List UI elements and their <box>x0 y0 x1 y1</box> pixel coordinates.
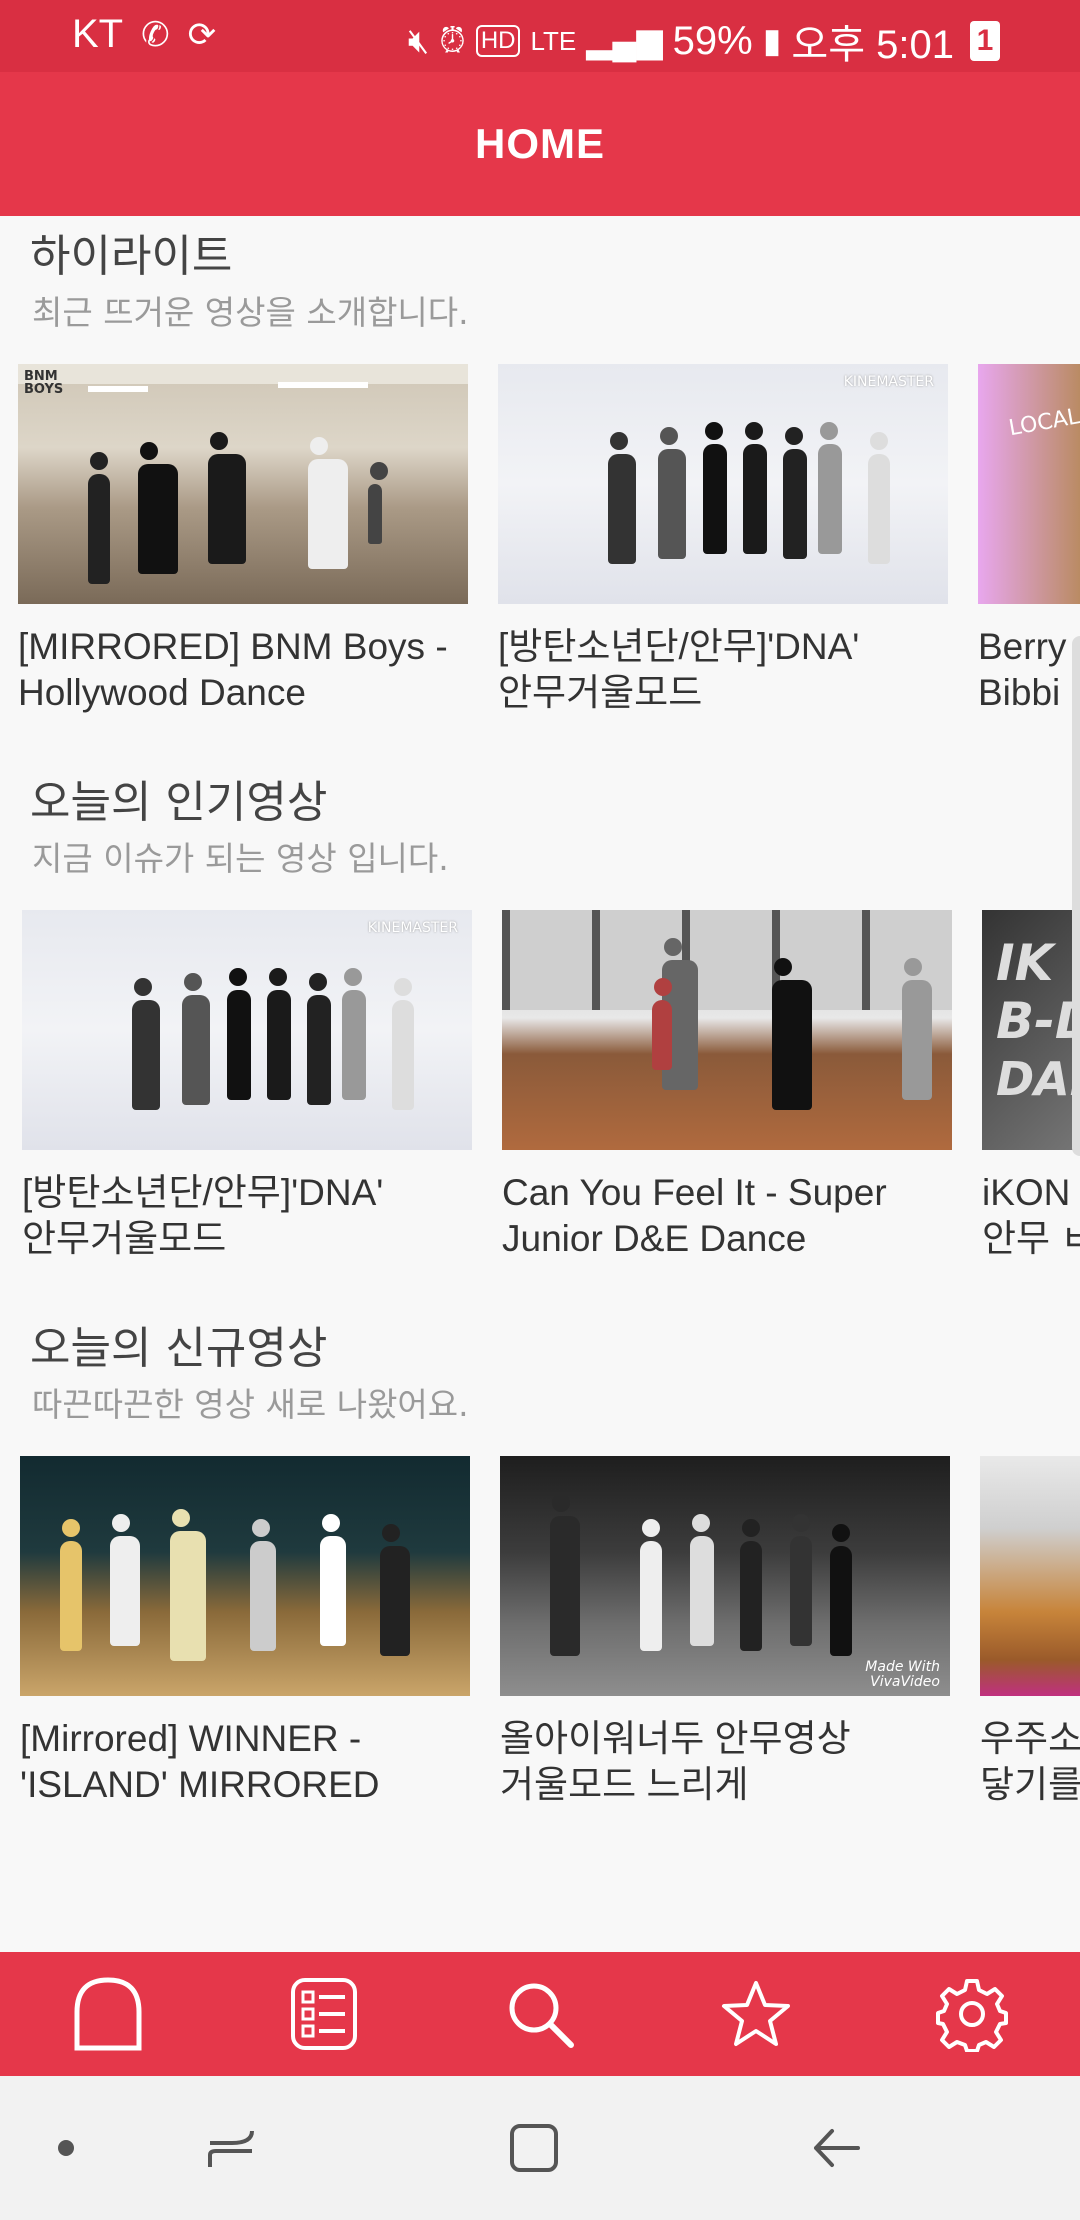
video-title-line1: 올아이워너두 안무영상 <box>500 1718 851 1759</box>
nav-settings-button[interactable] <box>912 1952 1032 2076</box>
recents-icon <box>208 2130 254 2167</box>
missed-call-icon: ✆ <box>141 15 170 54</box>
nav-list-button[interactable] <box>264 1952 384 2076</box>
video-card[interactable]: IK B-D DANCE iKON 안무 ㅂ <box>982 910 1080 1262</box>
nav-favorites-button[interactable] <box>696 1952 816 2076</box>
video-title-line1: 우주소 <box>980 1718 1080 1759</box>
home-icon <box>74 1977 142 2051</box>
thumb-title-1: IK <box>996 934 1054 992</box>
back-arrow-icon <box>814 2129 860 2167</box>
alarm-icon: ⏰︎ <box>439 22 466 60</box>
dot-icon <box>58 2140 74 2156</box>
video-title-line2: 거울모드 느리게 <box>500 1764 749 1805</box>
section-subtitle: 따끈따끈한 영상 새로 나왔어요. <box>32 1385 469 1424</box>
list-icon <box>291 1978 357 2050</box>
section-subtitle: 최근 뜨거운 영상을 소개합니다. <box>32 293 469 332</box>
battery-icon: ▮ <box>762 22 782 60</box>
system-navigation-bar <box>0 2076 1080 2220</box>
video-title-line1: Can You Feel It - Super <box>502 1172 887 1213</box>
carrier-label: KT <box>72 12 124 56</box>
video-title-line2: 안무 ㅂ <box>982 1218 1080 1259</box>
watermark: BNM BOYS <box>24 369 64 397</box>
video-thumbnail[interactable]: LOCAL FRIEN <box>978 364 1080 604</box>
video-title-line1: [Mirrored] WINNER - <box>20 1718 362 1759</box>
star-icon <box>722 1981 790 2046</box>
sync-icon: ⟳ <box>187 15 217 54</box>
video-title-line1: [방탄소년단/안무]'DNA' <box>22 1172 384 1213</box>
video-title-line2: Bibbi <box>978 672 1061 713</box>
watermark: LOCAL FRIEN <box>1006 392 1080 442</box>
section-title: 하이라이트 <box>30 231 233 282</box>
video-title-line2: 'ISLAND' MIRRORED <box>20 1764 380 1805</box>
video-title-line1: [MIRRORED] BNM Boys - <box>18 626 448 667</box>
video-thumbnail[interactable]: Made With VivaVideo <box>500 1456 950 1696</box>
video-thumbnail[interactable]: IK B-D DANCE <box>982 910 1080 1150</box>
video-row[interactable]: BNM BOYS [MIRRORED] BNM Boys - Hollywood… <box>0 364 1080 724</box>
video-title-line1: iKON <box>982 1172 1071 1213</box>
signal-icon: ▂▄▆ <box>586 22 663 60</box>
video-card[interactable]: Made With VivaVideo 올아이워너두 안무영상 거울모드 느리게 <box>500 1456 950 1808</box>
gear-icon <box>936 1979 1008 2052</box>
scroll-indicator[interactable] <box>1072 636 1080 1156</box>
video-thumbnail[interactable]: KINEMASTER <box>22 910 472 1150</box>
app-bar: HOME <box>0 72 1080 216</box>
video-thumbnail[interactable] <box>502 910 952 1150</box>
video-title-line2: 안무거울모드 <box>498 672 703 713</box>
square-icon <box>510 2124 558 2172</box>
video-card[interactable]: [Mirrored] WINNER - 'ISLAND' MIRRORED <box>20 1456 470 1808</box>
video-title-line1: Berry <box>978 626 1067 667</box>
video-card[interactable]: KINEMASTER [방탄소년단/안무]'DNA' 안무거울모드 <box>498 364 948 716</box>
watermark: KINEMASTER <box>843 374 934 390</box>
battery-percent: 59% <box>672 18 753 63</box>
home-feed[interactable]: 하이라이트 최근 뜨거운 영상을 소개합니다. BNM BOYS [MIRROR… <box>0 216 1080 1952</box>
video-row[interactable]: KINEMASTER [방탄소년단/안무]'DNA' 안무거울모드 Can Yo… <box>0 910 1080 1270</box>
back-button[interactable] <box>796 2116 876 2180</box>
video-title-line2: Hollywood Dance <box>18 672 306 713</box>
bottom-navigation <box>0 1952 1080 2076</box>
video-title-line2: 안무거울모드 <box>22 1218 227 1259</box>
mute-icon: 🔇︎ <box>407 22 430 60</box>
watermark: KINEMASTER <box>367 920 458 936</box>
thumb-title-3: DANCE <box>996 1052 1080 1106</box>
network-label: LTE <box>530 26 577 56</box>
notification-badge: 1 <box>970 21 1000 61</box>
video-title-line1: [방탄소년단/안무]'DNA' <box>498 626 860 667</box>
video-card[interactable]: LOCAL FRIEN Berry Bibbi <box>978 364 1080 716</box>
nav-search-button[interactable] <box>480 1952 600 2076</box>
recents-button[interactable] <box>192 2116 272 2180</box>
clock: 오후 5:01 <box>791 23 954 67</box>
video-title-line2: Junior D&E Dance <box>502 1218 807 1259</box>
search-icon <box>509 1983 574 2048</box>
video-thumbnail[interactable] <box>20 1456 470 1696</box>
video-title-line2: 닿기를 <box>980 1764 1080 1805</box>
dot-indicator <box>26 2116 106 2180</box>
video-row[interactable]: [Mirrored] WINNER - 'ISLAND' MIRRORED Ma… <box>0 1456 1080 1816</box>
video-thumbnail[interactable] <box>980 1456 1080 1696</box>
watermark: Made With VivaVideo <box>865 1659 940 1690</box>
section-subtitle: 지금 이슈가 되는 영상 입니다. <box>32 839 449 878</box>
page-title: HOME <box>475 120 605 167</box>
video-card[interactable]: KINEMASTER [방탄소년단/안무]'DNA' 안무거울모드 <box>22 910 472 1262</box>
video-card[interactable]: Can You Feel It - Super Junior D&E Dance <box>502 910 952 1262</box>
thumb-title-2: B-D <box>996 992 1080 1050</box>
hd-icon: HD <box>475 25 521 57</box>
video-card[interactable]: BNM BOYS [MIRRORED] BNM Boys - Hollywood… <box>18 364 468 716</box>
home-system-button[interactable] <box>494 2116 574 2180</box>
section-title: 오늘의 신규영상 <box>30 1323 328 1374</box>
video-card[interactable]: 우주소 닿기를 <box>980 1456 1080 1808</box>
nav-home-button[interactable] <box>48 1952 168 2076</box>
video-thumbnail[interactable]: BNM BOYS <box>18 364 468 604</box>
status-bar: KT ✆ ⟳ 🔇︎ ⏰︎ HD LTE ▂▄▆ 59% ▮ 오후 5:01 1 <box>0 0 1080 72</box>
video-thumbnail[interactable]: KINEMASTER <box>498 364 948 604</box>
section-title: 오늘의 인기영상 <box>30 777 328 828</box>
